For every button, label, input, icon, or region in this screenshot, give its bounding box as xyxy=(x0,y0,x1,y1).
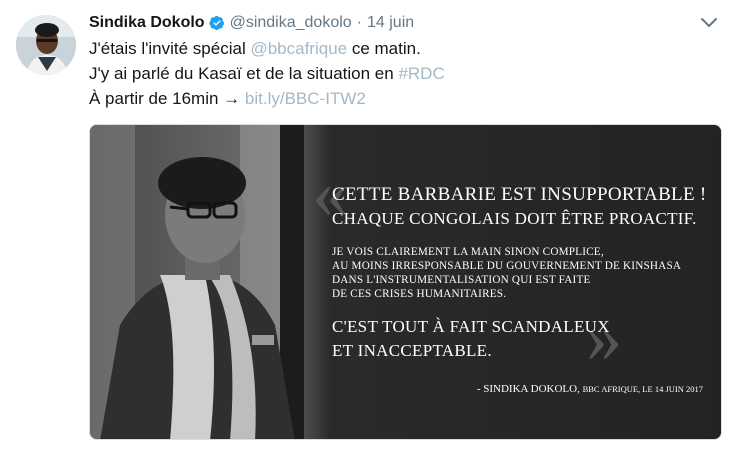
user-handle[interactable]: @sindika_dokolo xyxy=(230,14,352,32)
tweet-line-1: J'étais l'invité spécial @bbcafrique ce … xyxy=(89,36,719,61)
separator-dot: · xyxy=(356,14,362,31)
tweet-text: J'étais l'invité spécial @bbcafrique ce … xyxy=(89,36,719,111)
quote-body-line: AU MOINS IRRESPONSABLE DU GOUVERNEMENT D… xyxy=(332,260,682,272)
media-image[interactable]: « » CETTE BARBARIE EST INSUPPORTABLE ! C… xyxy=(89,124,722,440)
avatar[interactable] xyxy=(16,15,76,75)
quote-text: CETTE BARBARIE EST INSUPPORTABLE ! CHAQU… xyxy=(332,183,721,363)
tweet-date[interactable]: 14 juin xyxy=(367,14,414,32)
quote-body-line: DANS L'INSTRUMENTALISATION QUI EST FAITE xyxy=(332,274,591,286)
mention-link[interactable]: @bbcafrique xyxy=(250,39,347,58)
quote-body-line: DE CES CRISES HUMANITAIRES. xyxy=(332,288,507,300)
url-link[interactable]: bit.ly/BBC-ITW2 xyxy=(245,89,366,108)
avatar-photo xyxy=(16,15,76,75)
quote-body-line: JE VOIS CLAIREMENT LA MAIN SINON COMPLIC… xyxy=(332,246,604,258)
tweet-line-3: À partir de 16min → bit.ly/BBC-ITW2 xyxy=(89,86,719,111)
quote-closing-line: C'EST TOUT À FAIT SCANDALEUX xyxy=(332,317,610,336)
tweet-text-segment: J'y ai parlé du Kasaï et de la situation… xyxy=(89,64,399,83)
tweet-header: Sindika Dokolo @sindika_dokolo · 14 juin xyxy=(89,12,414,34)
chevron-down-icon[interactable] xyxy=(700,16,718,30)
hashtag-link[interactable]: #RDC xyxy=(398,64,444,83)
tweet-text-segment: J'étais l'invité spécial xyxy=(89,39,251,58)
quote-headline-1: CETTE BARBARIE EST INSUPPORTABLE ! xyxy=(332,184,707,205)
signature-source: BBC AFRIQUE, LE 14 JUIN 2017 xyxy=(582,384,703,394)
display-name[interactable]: Sindika Dokolo xyxy=(89,14,205,32)
tweet-text-segment: À partir de 16min → xyxy=(89,89,245,108)
quote-closing-line: ET INACCEPTABLE. xyxy=(332,341,492,360)
verified-badge-icon xyxy=(208,16,224,30)
tweet: Sindika Dokolo @sindika_dokolo · 14 juin… xyxy=(0,0,734,451)
tweet-text-segment: ce matin. xyxy=(347,39,421,58)
quote-headline-2: CHAQUE CONGOLAIS DOIT ÊTRE PROACTIF. xyxy=(332,209,697,228)
quote-signature: - SINDIKA DOKOLO, BBC AFRIQUE, LE 14 JUI… xyxy=(477,383,703,395)
signature-name: - SINDIKA DOKOLO, xyxy=(476,383,580,395)
quote-closing: C'EST TOUT À FAIT SCANDALEUX ET INACCEPT… xyxy=(332,315,721,363)
tweet-line-2: J'y ai parlé du Kasaï et de la situation… xyxy=(89,61,719,86)
quote-body: JE VOIS CLAIREMENT LA MAIN SINON COMPLIC… xyxy=(332,245,721,301)
